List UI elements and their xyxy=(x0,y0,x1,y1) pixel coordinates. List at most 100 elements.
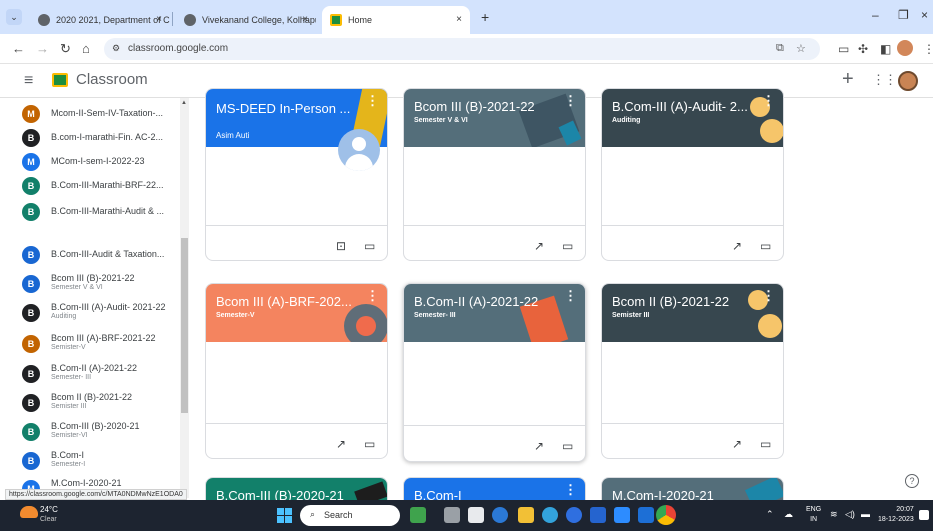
class-card[interactable]: MS-DEED In-Person ... Asim Auti ⋮ ⊡ ▭ xyxy=(205,88,388,261)
system-clock[interactable]: 20:07 18-12-2023 xyxy=(878,505,914,525)
new-tab-button[interactable]: + xyxy=(481,9,489,25)
sidebar-class-item[interactable]: B B.Com-I Semester-I xyxy=(0,445,180,475)
tab-close-button[interactable]: × xyxy=(302,14,308,25)
site-info-icon[interactable]: ⚙ xyxy=(112,43,120,54)
minimize-button[interactable]: – xyxy=(872,8,879,22)
browser-tab-home[interactable]: Home × xyxy=(322,6,470,34)
account-avatar[interactable] xyxy=(898,71,918,91)
home-icon[interactable]: ⌂ xyxy=(82,41,90,56)
class-title[interactable]: Bcom III (A)-BRF-202... xyxy=(216,294,352,309)
class-name: B.Com-III (B)-2020-21 xyxy=(51,421,140,431)
scroll-up-arrow-icon[interactable]: ▲ xyxy=(181,100,187,106)
sidebar-class-item[interactable]: B Bcom III (B)-2021-22 Semester V & VI xyxy=(0,268,180,298)
weather-icon[interactable] xyxy=(20,506,38,518)
portfolio-icon[interactable]: ⊡ xyxy=(336,239,346,253)
class-title[interactable]: Bcom II (B)-2021-22 xyxy=(612,294,729,309)
taskbar-search-box[interactable]: ⌕ Search xyxy=(300,505,400,526)
close-window-button[interactable]: × xyxy=(921,8,928,22)
tab-search-button[interactable]: ⌄ xyxy=(6,9,22,25)
class-card[interactable]: Bcom III (B)-2021-22 Semester V & VI ⋮ ↗… xyxy=(403,88,586,261)
more-options-icon[interactable]: ⋮ xyxy=(366,93,379,109)
edge-browser-icon[interactable] xyxy=(492,507,508,523)
onedrive-icon[interactable]: ☁ xyxy=(784,509,793,520)
help-button[interactable]: ? xyxy=(905,474,919,488)
class-card[interactable]: Bcom II (B)-2021-22 Semister III ⋮ ↗ ▭ xyxy=(601,283,784,459)
browser-profile-avatar[interactable] xyxy=(897,40,913,56)
language-indicator[interactable]: ENG IN xyxy=(806,505,821,525)
folder-icon[interactable]: ▭ xyxy=(364,239,375,253)
show-hidden-icons-icon[interactable]: ⌃ xyxy=(766,509,774,520)
word-app-icon[interactable] xyxy=(638,507,654,523)
cast-icon[interactable]: ⧉ xyxy=(776,42,784,55)
tab-close-button[interactable]: × xyxy=(456,14,462,25)
file-explorer-app-icon[interactable] xyxy=(468,507,484,523)
volume-icon[interactable]: ◁) xyxy=(845,509,855,520)
more-options-icon[interactable]: ⋮ xyxy=(762,288,775,304)
reload-icon[interactable]: ↻ xyxy=(60,41,71,57)
sidebar-class-item[interactable]: B Bcom III (A)-BRF-2021-22 Semister-V xyxy=(0,328,180,358)
folder-icon[interactable]: ▭ xyxy=(364,437,375,451)
class-avatar: B xyxy=(22,365,40,383)
store-app-icon[interactable] xyxy=(566,507,582,523)
class-card[interactable]: Bcom III (A)-BRF-202... Semester-V ⋮ ↗ ▭ xyxy=(205,283,388,459)
browser-menu-icon[interactable]: ⋮ xyxy=(923,42,933,56)
class-name: Bcom III (A)-BRF-2021-22 xyxy=(51,333,156,343)
class-card[interactable]: B.Com-II (A)-2021-22 Semester- III ⋮ ↗ ▭ xyxy=(403,283,586,462)
browser-tab-department[interactable]: 2020 2021, Department of Com × xyxy=(30,6,170,34)
class-title[interactable]: B.Com-III (A)-Audit- 2... xyxy=(612,99,748,114)
extensions-icon[interactable]: ✣ xyxy=(858,42,868,56)
wifi-icon[interactable]: ≋ xyxy=(830,509,838,520)
forward-icon[interactable]: → xyxy=(36,41,49,56)
sidebar-class-item[interactable]: B B.Com-III (B)-2020-21 Semister-VI xyxy=(0,416,180,446)
more-options-icon[interactable]: ⋮ xyxy=(564,482,577,498)
folder-icon[interactable]: ▭ xyxy=(562,239,573,253)
class-title[interactable]: Bcom III (B)-2021-22 xyxy=(414,99,535,114)
class-card[interactable]: B.Com-III (A)-Audit- 2... Auditing ⋮ ↗ ▭ xyxy=(601,88,784,261)
class-title[interactable]: MS-DEED In-Person ... xyxy=(216,101,350,116)
bookmark-star-icon[interactable]: ☆ xyxy=(796,42,806,55)
trending-icon[interactable]: ↗ xyxy=(732,437,742,451)
sidebar-class-item[interactable]: B B.Com-II (A)-2021-22 Semester- III xyxy=(0,358,180,388)
more-options-icon[interactable]: ⋮ xyxy=(564,93,577,109)
class-name: MCom-I-sem-I-2022-23 xyxy=(51,156,145,166)
app-title[interactable]: Classroom xyxy=(76,71,148,88)
more-options-icon[interactable]: ⋮ xyxy=(564,288,577,304)
task-view-icon[interactable] xyxy=(444,507,460,523)
create-join-button[interactable]: + xyxy=(842,68,854,91)
restore-button[interactable]: ❐ xyxy=(898,8,909,22)
class-name: Bcom II (B)-2021-22 xyxy=(51,392,133,402)
chrome-app-icon[interactable] xyxy=(656,505,676,525)
sidebar-class-item[interactable]: B Bcom II (B)-2021-22 Semister III xyxy=(0,387,180,417)
more-options-icon[interactable]: ⋮ xyxy=(366,288,379,304)
trending-icon[interactable]: ↗ xyxy=(336,437,346,451)
folder-icon[interactable]: ▭ xyxy=(760,437,771,451)
trending-icon[interactable]: ↗ xyxy=(534,439,544,453)
battery-icon[interactable]: ▬ xyxy=(861,509,870,519)
edge-app-icon[interactable] xyxy=(542,507,558,523)
trending-icon[interactable]: ↗ xyxy=(732,239,742,253)
mail-app-icon[interactable] xyxy=(590,507,606,523)
back-icon[interactable]: ← xyxy=(12,41,25,56)
folder-icon[interactable]: ▭ xyxy=(562,439,573,453)
windows-start-icon[interactable] xyxy=(277,508,292,523)
sidebar-class-item[interactable]: B B.Com-III-Audit & Taxation... xyxy=(0,239,180,269)
folder-icon[interactable]: ▭ xyxy=(760,239,771,253)
address-bar[interactable]: ⚙ classroom.google.com ⧉ ☆ xyxy=(104,38,820,60)
scrollbar-thumb[interactable] xyxy=(181,238,188,413)
side-panel-icon[interactable]: ◧ xyxy=(880,42,891,56)
main-menu-icon[interactable]: ≡ xyxy=(24,72,33,90)
widgets-app-icon[interactable] xyxy=(410,507,426,523)
notification-icon[interactable] xyxy=(919,510,929,520)
reading-list-icon[interactable]: ▭ xyxy=(838,42,849,56)
classroom-logo-icon[interactable] xyxy=(52,73,68,87)
sidebar-class-item[interactable]: B B.Com-III-Marathi-Audit & ... xyxy=(0,196,180,226)
trending-icon[interactable]: ↗ xyxy=(534,239,544,253)
browser-tab-college[interactable]: Vivekanand College, Kolhapur × xyxy=(176,6,316,34)
teams-app-icon[interactable] xyxy=(614,507,630,523)
more-options-icon[interactable]: ⋮ xyxy=(762,93,775,109)
tab-close-button[interactable]: × xyxy=(156,14,162,25)
folder-app-icon[interactable] xyxy=(518,507,534,523)
sidebar-class-item[interactable]: B B.Com-III (A)-Audit- 2021-22 Auditing xyxy=(0,297,180,327)
class-title[interactable]: B.Com-II (A)-2021-22 xyxy=(414,294,538,309)
sidebar-scrollbar[interactable]: ▲ xyxy=(180,98,189,498)
